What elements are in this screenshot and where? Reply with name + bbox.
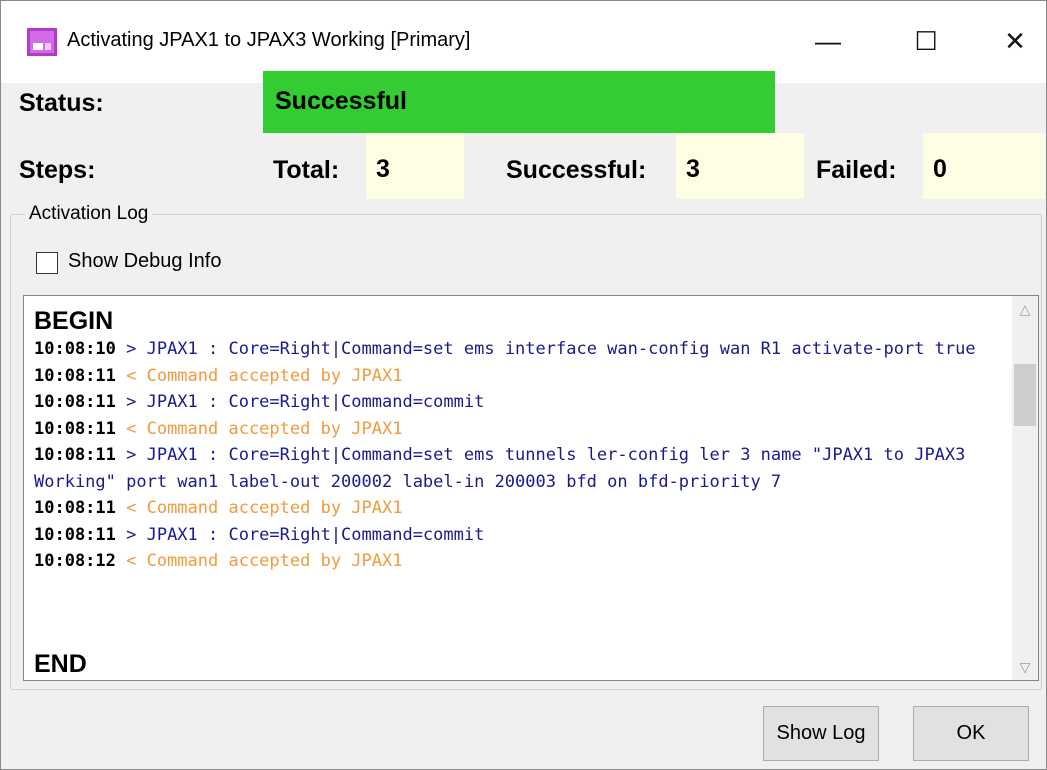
successful-count: 3 [686,155,700,183]
log-timestamp: 10:08:11 [34,365,116,386]
log-entry: 10:08:11 < Command accepted by JPAX1 [34,363,1014,390]
close-icon: ✕ [1004,25,1026,56]
status-label: Status: [19,89,104,117]
log-timestamp: 10:08:11 [34,498,116,518]
log-timestamp: 10:08:10 [34,339,116,359]
show-log-button[interactable]: Show Log [763,706,879,761]
log-message: < Command accepted by JPAX1 [115,498,403,518]
log-entry: 10:08:11 < Command accepted by JPAX1 [34,416,1014,443]
log-timestamp: 10:08:11 [34,524,116,545]
log-entry: 10:08:11 > JPAX1 : Core=Right|Command=co… [34,522,1014,549]
log-entry: 10:08:11 > JPAX1 : Core=Right|Command=co… [34,389,1014,416]
scroll-down-icon[interactable]: ▽ [1012,654,1038,680]
log-timestamp: 10:08:11 [34,392,116,412]
failed-count: 0 [933,155,947,183]
scroll-up-icon[interactable]: △ [1012,296,1038,322]
scroll-thumb[interactable] [1014,364,1036,426]
total-count: 3 [376,155,390,183]
status-value: Successful [275,87,408,115]
log-message: < Command accepted by JPAX1 [115,551,403,571]
maximize-button[interactable]: ☐ [891,11,961,71]
log-entry: 10:08:10 > JPAX1 : Core=Right|Command=se… [34,336,1014,363]
total-label: Total: [273,156,340,184]
log-entry: 10:08:12 < Command accepted by JPAX1 [34,548,1014,575]
steps-label: Steps: [19,156,96,184]
log-lines: 10:08:10 > JPAX1 : Core=Right|Command=se… [34,336,1014,575]
log-end-marker: END [34,650,87,678]
total-count-box: 3 [366,133,464,199]
log-timestamp: 10:08:12 [34,551,116,571]
ok-button[interactable]: OK [913,706,1029,761]
log-message: < Command accepted by JPAX1 [115,418,403,439]
app-icon [27,28,57,56]
log-timestamp: 10:08:11 [34,418,116,439]
show-debug-label[interactable]: Show Debug Info [68,250,221,273]
log-begin-marker: BEGIN [34,307,114,335]
log-message: > JPAX1 : Core=Right|Command=commit [115,524,485,545]
failed-count-box: 0 [923,133,1045,199]
log-timestamp: 10:08:11 [34,445,116,465]
status-indicator: Successful [263,71,775,133]
log-message: < Command accepted by JPAX1 [115,365,403,386]
minimize-icon: — [815,25,841,56]
successful-label: Successful: [506,156,647,184]
activation-log-title: Activation Log [25,203,153,225]
close-button[interactable]: ✕ [980,11,1047,71]
activation-log-view[interactable]: BEGIN 10:08:10 > JPAX1 : Core=Right|Comm… [23,295,1039,681]
log-entry: 10:08:11 > JPAX1 : Core=Right|Command=se… [34,442,1014,495]
failed-label: Failed: [816,156,897,184]
show-debug-checkbox[interactable] [36,252,58,274]
log-message: > JPAX1 : Core=Right|Command=set ems int… [115,339,976,359]
log-message: > JPAX1 : Core=Right|Command=set ems tun… [34,445,976,492]
log-content: BEGIN 10:08:10 > JPAX1 : Core=Right|Comm… [34,306,1014,575]
minimize-button[interactable]: — [793,11,863,71]
window-title: Activating JPAX1 to JPAX3 Working [Prima… [67,29,471,51]
successful-count-box: 3 [676,133,804,199]
activation-dialog: Activating JPAX1 to JPAX3 Working [Prima… [0,0,1047,770]
log-scrollbar[interactable]: △ ▽ [1012,296,1038,680]
maximize-icon: ☐ [914,25,938,56]
log-entry: 10:08:11 < Command accepted by JPAX1 [34,495,1014,522]
log-message: > JPAX1 : Core=Right|Command=commit [115,392,485,412]
